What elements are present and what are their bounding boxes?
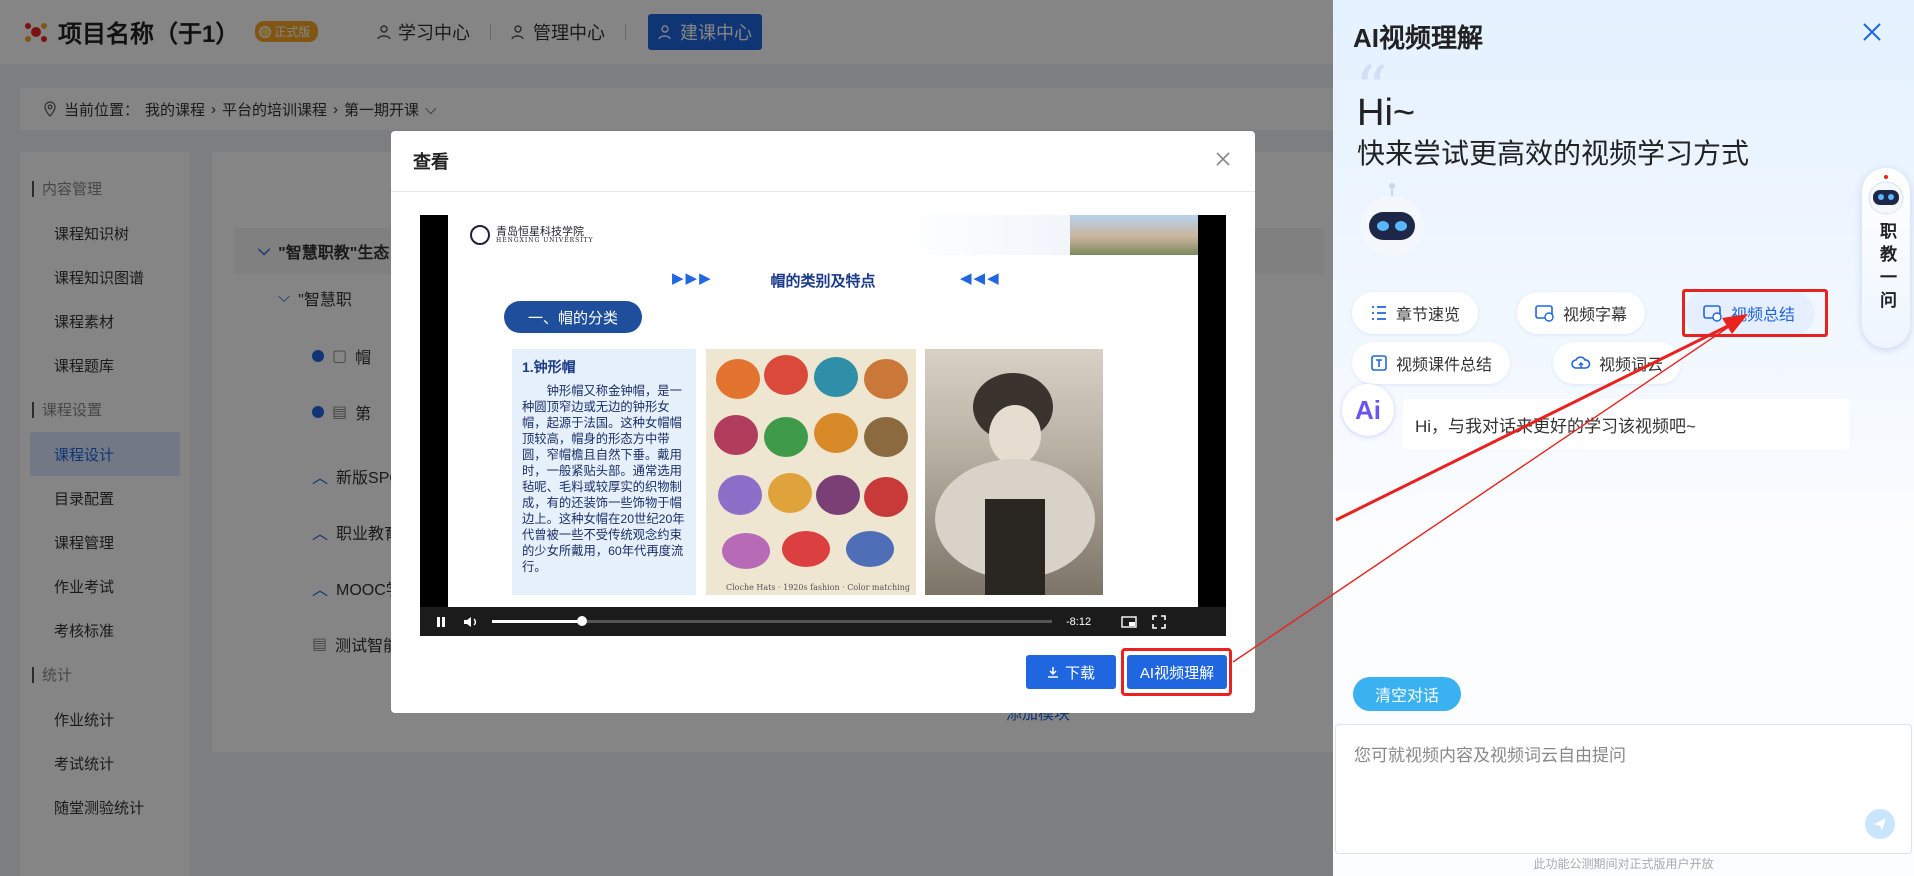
image-caption: Cloche Hats · 1920s fashion · Color matc… [726,583,910,592]
ai-panel-title: AI视频理解 [1353,23,1484,53]
chip-chapter-overview[interactable]: 章节速览 [1352,292,1479,334]
cloche-hats-illustration: Cloche Hats · 1920s fashion · Color matc… [706,349,916,595]
video-player[interactable]: 青岛恒星科技学院 HENGXING UNIVERSITY ▶▶▶ 帽的类别及特点… [420,215,1226,636]
robot-mini-icon [1868,175,1904,215]
video-progress-bar[interactable] [492,616,1052,626]
chip-courseware-summary[interactable]: 视频课件总结 [1352,342,1511,384]
ai-welcome-message: Hi，与我对话来更好的学习该视频吧~ [1403,399,1849,449]
slide-section-heading: 1.钟形帽 [522,359,576,375]
download-label: 下载 [1064,664,1095,682]
chip-label: 视频课件总结 [1396,357,1493,374]
assistant-launcher[interactable]: 职教一问 [1862,168,1910,348]
close-icon[interactable] [1213,149,1233,169]
video-frame: 青岛恒星科技学院 HENGXING UNIVERSITY ▶▶▶ 帽的类别及特点… [448,215,1198,607]
robot-mascot-icon [1357,180,1427,264]
chip-label: 章节速览 [1396,307,1461,324]
question-input-box [1335,724,1912,854]
school-name-en: HENGXING UNIVERSITY [496,236,594,244]
send-button[interactable] [1865,809,1895,839]
picture-in-picture-icon[interactable] [1114,607,1144,636]
chip-word-cloud[interactable]: 视频词云 [1553,342,1682,384]
close-icon[interactable] [1860,20,1884,44]
chip-video-captions[interactable]: 视频字幕 [1517,292,1646,334]
video-controls: -8:12 [420,607,1226,636]
fullscreen-icon[interactable] [1144,607,1174,636]
caption-icon [1535,305,1554,322]
slide-text-panel: 1.钟形帽 钟形帽又称金钟帽，是一种圆顶窄边或无边的钟形女帽，起源于法国。这种女… [512,349,696,595]
school-logo: 青岛恒星科技学院 HENGXING UNIVERSITY [470,225,594,245]
video-progress-fill [492,620,582,623]
beta-footnote: 此功能公测期间对正式版用户开放 [1533,857,1714,871]
cloud-icon [1571,356,1591,369]
volume-icon[interactable] [456,607,486,636]
vintage-photo [925,349,1103,595]
download-icon [1047,667,1058,678]
ai-assistant-avatar: Ai [1342,384,1394,436]
highlight-box-ai-button [1121,648,1232,696]
greeting: Hi~ [1357,92,1416,134]
slide-category-pill: 一、帽的分类 [504,301,642,333]
view-video-modal: 查看 青岛恒星科技学院 HENGXING UNIVERSITY ▶▶▶ 帽的类别… [391,131,1255,713]
school-name: 青岛恒星科技学院 HENGXING UNIVERSITY [496,226,594,244]
greeting-subtitle: 快来尝试更高效的视频学习方式 [1357,138,1750,169]
time-remaining: -8:12 [1066,615,1092,628]
send-icon [1874,818,1886,831]
chip-label: 视频词云 [1599,357,1664,374]
chip-label: 视频字幕 [1563,307,1628,324]
clear-conversation-button[interactable]: 清空对话 [1353,677,1461,711]
question-input[interactable] [1336,725,1911,853]
triangle-left-icon: ◀◀◀ [960,270,1001,287]
pause-icon[interactable] [426,607,456,636]
school-seal-icon [470,225,490,245]
slide-section-text: 钟形帽又称金钟帽，是一种圆顶窄边或无边的钟形女帽，起源于法国。这种女帽帽顶较高，… [522,384,685,574]
slide-title: 帽的类别及特点 [770,273,876,290]
download-button[interactable]: 下载 [1026,655,1116,689]
highlight-box-summary-chip [1682,289,1828,337]
campus-photo [1070,215,1198,255]
assistant-label: 职教一问 [1877,222,1896,314]
modal-title: 查看 [391,131,1255,192]
courseware-icon [1371,355,1387,371]
list-icon [1372,306,1386,320]
video-progress-handle[interactable] [576,616,587,626]
